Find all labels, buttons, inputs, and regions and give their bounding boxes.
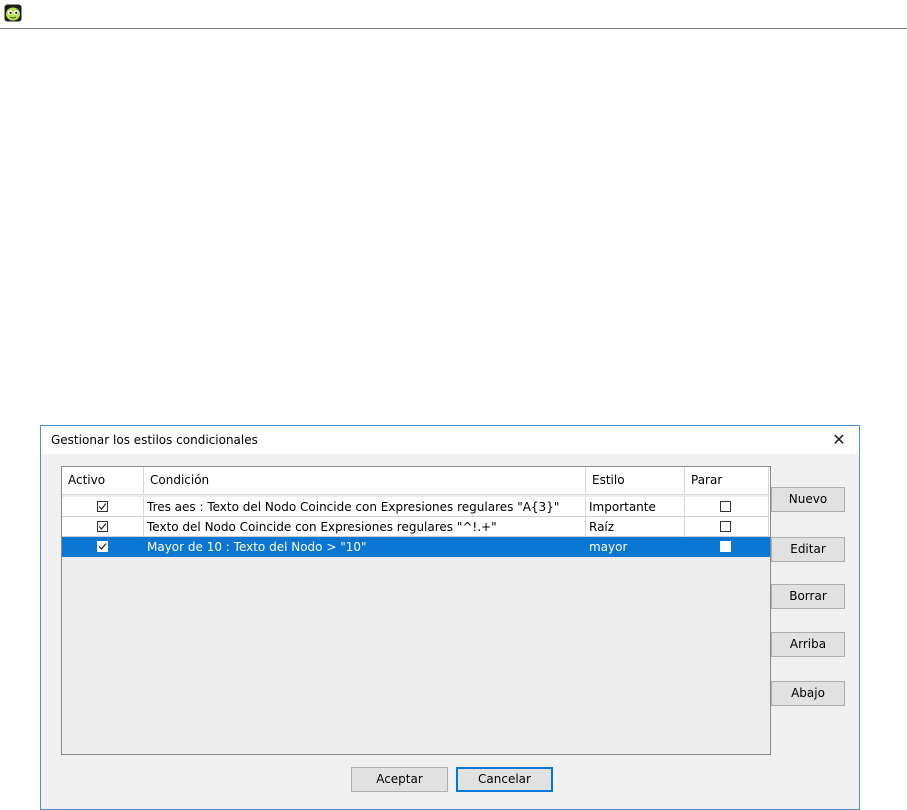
close-icon: ✕ <box>832 430 846 449</box>
conditional-styles-table[interactable]: Activo Condición Estilo Parar Tres aes :… <box>61 466 771 755</box>
active-cell <box>62 497 144 517</box>
style-cell: Raíz <box>586 517 685 537</box>
condition-cell: Texto del Nodo Coincide con Expresiones … <box>144 517 586 537</box>
active-cell <box>62 537 144 557</box>
active-cell <box>62 517 144 537</box>
checkmark-icon <box>98 503 107 510</box>
stop-cell <box>685 517 769 537</box>
delete-button[interactable]: Borrar <box>771 584 845 609</box>
close-button[interactable]: ✕ <box>819 426 859 454</box>
table-row[interactable]: Texto del Nodo Coincide con Expresiones … <box>62 517 770 537</box>
dialog-titlebar: Gestionar los estilos condicionales ✕ <box>41 426 859 454</box>
conditional-styles-dialog: Gestionar los estilos condicionales ✕ Ac… <box>40 425 860 810</box>
condition-cell: Mayor de 10 : Texto del Nodo > "10" <box>144 537 586 557</box>
table-row[interactable]: Tres aes : Texto del Nodo Coincide con E… <box>62 497 770 517</box>
condition-cell: Tres aes : Texto del Nodo Coincide con E… <box>144 497 586 517</box>
column-header-condicion[interactable]: Condición <box>144 467 586 494</box>
freeplane-app-icon[interactable] <box>4 4 22 22</box>
move-up-button[interactable]: Arriba <box>771 632 845 657</box>
checkmark-icon <box>98 543 107 550</box>
checkmark-icon <box>98 523 107 530</box>
active-checkbox[interactable] <box>97 541 108 552</box>
style-cell: mayor <box>586 537 685 557</box>
app-toolbar <box>0 0 907 29</box>
new-button[interactable]: Nuevo <box>771 487 845 512</box>
move-down-button[interactable]: Abajo <box>771 681 845 706</box>
column-header-parar[interactable]: Parar <box>685 467 769 494</box>
column-header-estilo[interactable]: Estilo <box>586 467 685 494</box>
stop-checkbox[interactable] <box>720 541 731 552</box>
stop-cell <box>685 497 769 517</box>
stop-checkbox[interactable] <box>720 501 731 512</box>
table-row-selected[interactable]: Mayor de 10 : Texto del Nodo > "10" mayo… <box>62 537 770 557</box>
cancel-button[interactable]: Cancelar <box>456 767 553 792</box>
table-header: Activo Condición Estilo Parar <box>62 467 770 495</box>
style-cell: Importante <box>586 497 685 517</box>
accept-button[interactable]: Aceptar <box>351 767 448 792</box>
active-checkbox[interactable] <box>97 521 108 532</box>
active-checkbox[interactable] <box>97 501 108 512</box>
edit-button[interactable]: Editar <box>771 537 845 562</box>
column-header-activo[interactable]: Activo <box>62 467 144 494</box>
dialog-title: Gestionar los estilos condicionales <box>51 433 258 447</box>
stop-checkbox[interactable] <box>720 521 731 532</box>
stop-cell <box>685 537 769 557</box>
